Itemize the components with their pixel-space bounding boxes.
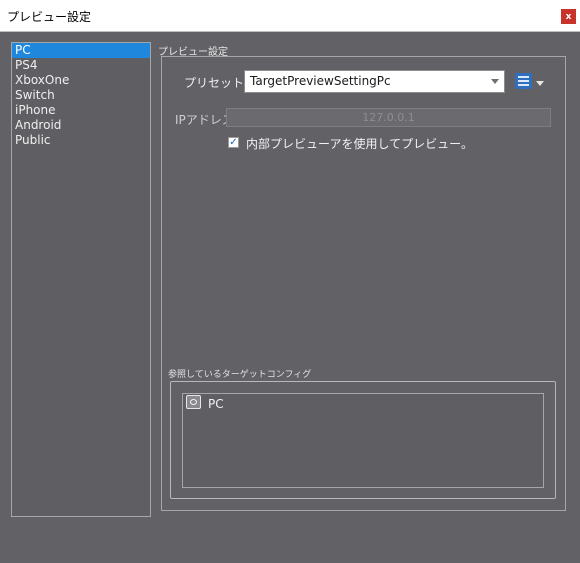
- platform-item-xboxone[interactable]: XboxOne: [12, 73, 150, 88]
- platform-item-switch[interactable]: Switch: [12, 88, 150, 103]
- preset-label: プリセット: [184, 76, 245, 90]
- reference-config-list[interactable]: [182, 393, 544, 488]
- ip-address-label: IPアドレス: [175, 113, 234, 127]
- reference-config-title: 参照しているターゲットコンフィグ: [168, 370, 312, 380]
- reference-config-item[interactable]: PC: [208, 397, 224, 411]
- platform-item-public[interactable]: Public: [12, 133, 150, 148]
- title-bar: プレビュー設定 x: [0, 0, 580, 32]
- platform-item-ps4[interactable]: PS4: [12, 58, 150, 73]
- window-title: プレビュー設定: [7, 10, 92, 24]
- close-button[interactable]: x: [561, 9, 576, 24]
- preset-list-button[interactable]: [515, 72, 547, 92]
- internal-preview-label[interactable]: 内部プレビューアを使用してプレビュー。: [246, 135, 473, 152]
- list-icon: [515, 73, 532, 89]
- platform-list[interactable]: PC PS4 XboxOne Switch iPhone Android Pub…: [11, 42, 151, 517]
- platform-item-iphone[interactable]: iPhone: [12, 103, 150, 118]
- target-config-icon: [186, 395, 201, 409]
- chevron-down-icon: [491, 79, 499, 84]
- internal-preview-checkbox[interactable]: ✓: [228, 137, 239, 148]
- preset-value: TargetPreviewSettingPc: [250, 74, 391, 88]
- preset-select[interactable]: TargetPreviewSettingPc: [244, 70, 505, 93]
- chevron-down-icon: [536, 81, 544, 86]
- ip-address-field: 127.0.0.1: [226, 108, 551, 127]
- checkmark-icon: ✓: [229, 136, 238, 148]
- platform-item-pc[interactable]: PC: [12, 43, 150, 58]
- platform-item-android[interactable]: Android: [12, 118, 150, 133]
